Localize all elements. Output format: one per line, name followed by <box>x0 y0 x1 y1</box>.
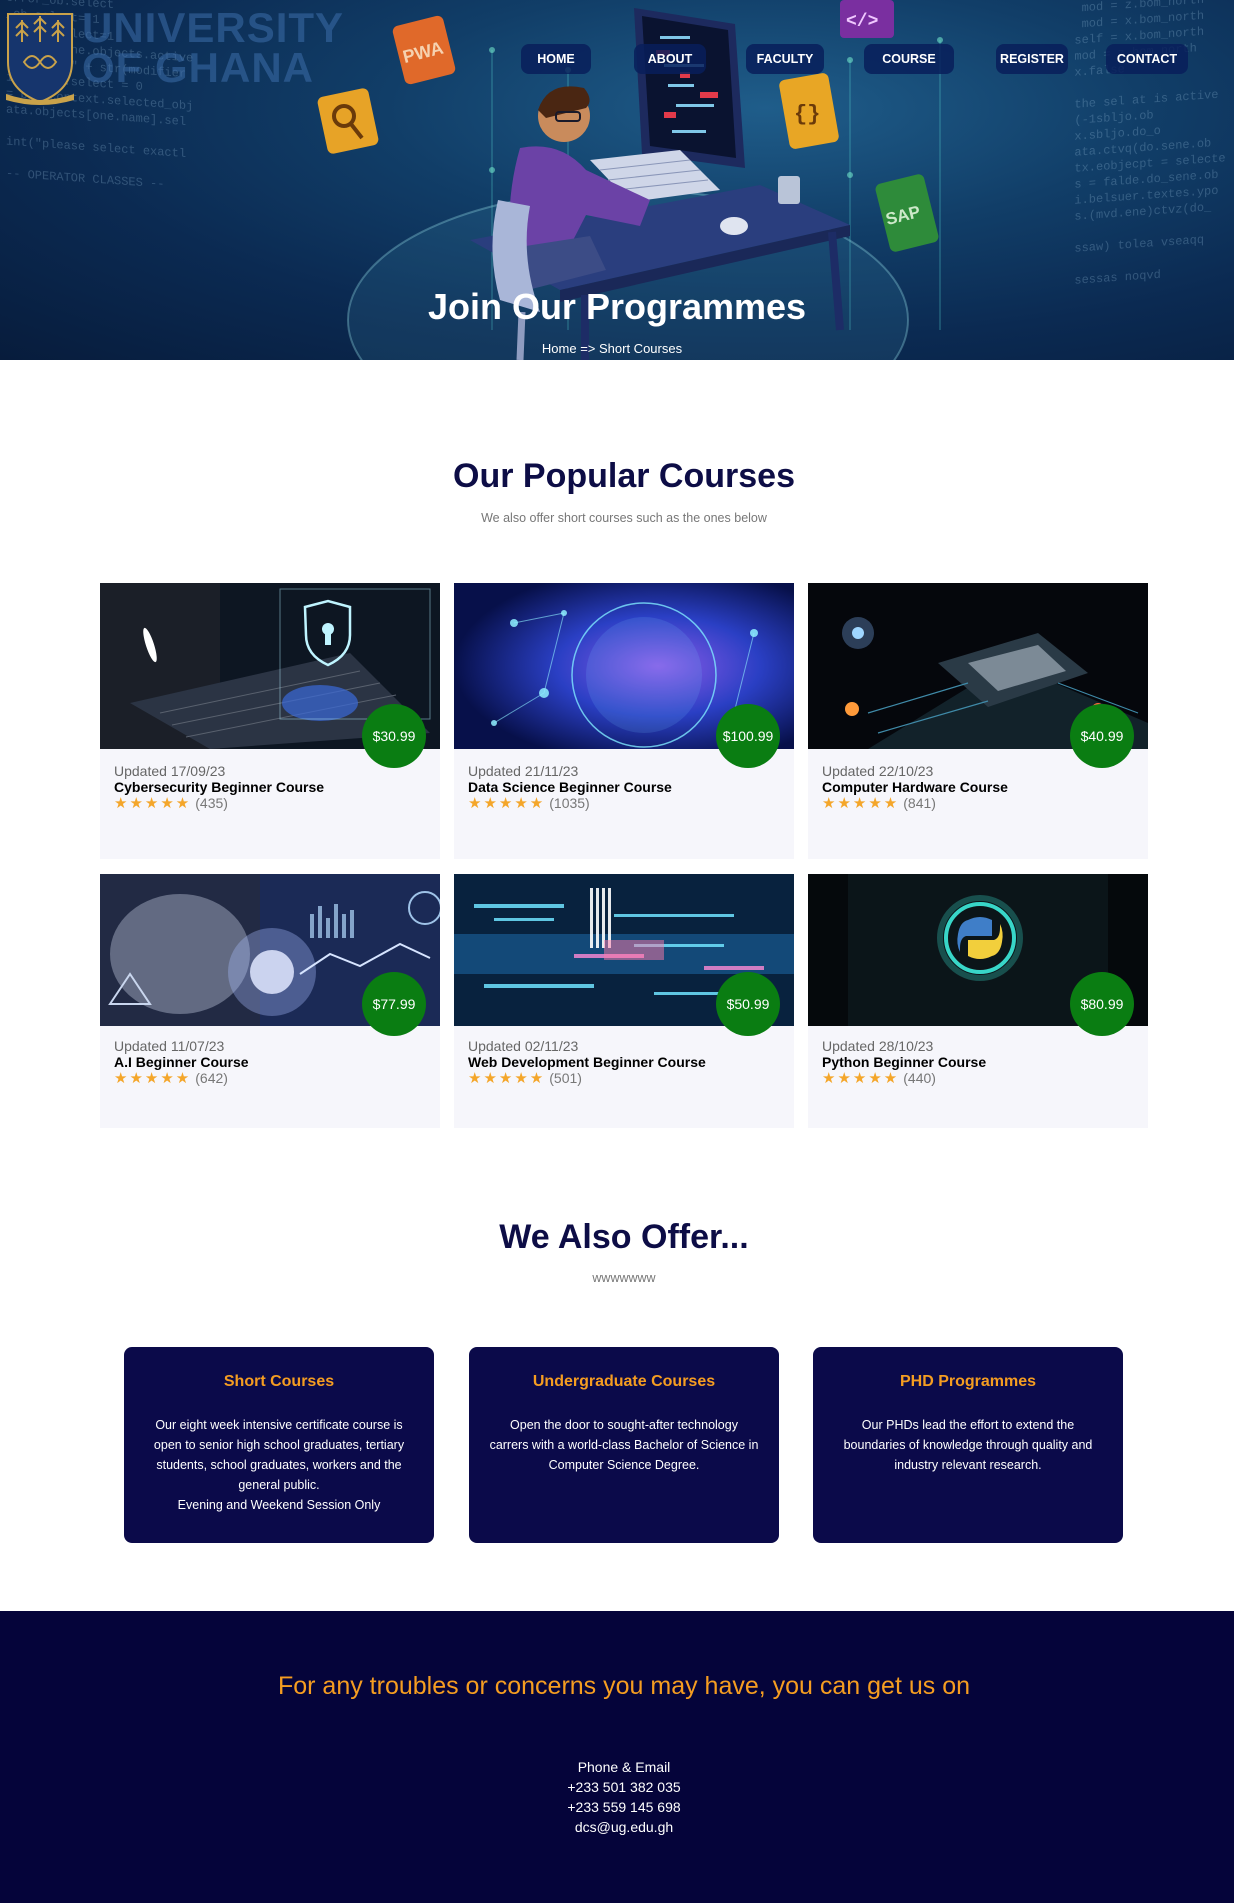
course-name[interactable]: Data Science Beginner Course <box>468 779 672 795</box>
offer-card-title: PHD Programmes <box>899 1373 1037 1390</box>
course-rating: ★★★★★ (501) <box>468 1069 582 1087</box>
course-card-python[interactable]: $80.99 Updated 28/10/23 Python Beginner … <box>808 874 1148 1128</box>
offer-card-short-courses[interactable]: Short Courses Our eight week intensive c… <box>124 1347 434 1543</box>
page-title: Join Our Programmes <box>427 286 807 327</box>
price-badge: $40.99 <box>1070 704 1134 768</box>
course-name[interactable]: Python Beginner Course <box>822 1054 986 1070</box>
course-updated-date: Updated 28/10/23 <box>822 1038 934 1054</box>
review-count: (440) <box>903 1070 936 1086</box>
course-rating: ★★★★★ (440) <box>822 1069 936 1087</box>
course-rating: ★★★★★ (435) <box>114 794 228 812</box>
offer-card-phd[interactable]: PHD Programmes Our PHDs lead the effort … <box>813 1347 1123 1543</box>
offer-card-title: Short Courses <box>223 1373 335 1390</box>
course-card-web-development[interactable]: $50.99 Updated 02/11/23 Web Development … <box>454 874 794 1128</box>
footer: For any troubles or concerns you may hav… <box>0 1611 1234 1903</box>
offer-card-title: Undergraduate Courses <box>532 1373 716 1390</box>
price-badge: $77.99 <box>362 972 426 1036</box>
course-updated-date: Updated 22/10/23 <box>822 763 934 779</box>
course-updated-date: Updated 17/09/23 <box>114 763 226 779</box>
course-updated-date: Updated 11/07/23 <box>114 1038 225 1054</box>
price-badge: $50.99 <box>716 972 780 1036</box>
star-rating-icons: ★★★★★ <box>114 1070 192 1087</box>
course-rating: ★★★★★ (642) <box>114 1069 228 1087</box>
price-badge: $30.99 <box>362 704 426 768</box>
nav-contact[interactable]: CONTACT <box>1106 44 1188 74</box>
course-rating: ★★★★★ (841) <box>822 794 936 812</box>
review-count: (1035) <box>549 795 590 811</box>
popular-courses-subtitle: We also offer short courses such as the … <box>481 511 767 525</box>
review-count: (501) <box>549 1070 582 1086</box>
offer-title: We Also Offer... <box>499 1218 749 1256</box>
offer-subtitle: wwwwwww <box>592 1271 656 1285</box>
review-count: (642) <box>195 1070 228 1086</box>
offer-card-text: Our PHDs lead the effort to extend the b… <box>843 1418 1093 1472</box>
course-name[interactable]: Cybersecurity Beginner Course <box>114 779 324 795</box>
price-badge: $80.99 <box>1070 972 1134 1036</box>
university-wordmark: UNIVERSITY OF GHANA <box>82 4 345 91</box>
offer-card-text: Our eight week intensive certificate cou… <box>153 1418 405 1512</box>
page: error_ob.select _ob.select= 1 ror_ob.sel… <box>0 0 1234 1903</box>
popular-courses-title: Our Popular Courses <box>453 457 795 495</box>
course-updated-date: Updated 21/11/23 <box>468 763 579 779</box>
course-card-computer-hardware[interactable]: $40.99 Updated 22/10/23 Computer Hardwar… <box>808 583 1148 859</box>
phone-number-2[interactable]: +233 559 145 698 <box>0 1799 1234 1815</box>
course-name[interactable]: A.I Beginner Course <box>114 1054 249 1070</box>
nav-register[interactable]: REGISTER <box>996 44 1068 74</box>
review-count: (841) <box>903 795 936 811</box>
star-rating-icons: ★★★★★ <box>468 795 546 812</box>
course-card-cybersecurity[interactable]: $30.99 Updated 17/09/23 Cybersecurity Be… <box>100 583 440 859</box>
offer-card-text: Open the door to sought-after technology… <box>489 1418 759 1472</box>
star-rating-icons: ★★★★★ <box>114 795 192 812</box>
nav-faculty[interactable]: FACULTY <box>746 44 824 74</box>
course-name[interactable]: Computer Hardware Course <box>822 779 1008 795</box>
svg-text:{}: {} <box>794 102 820 127</box>
phone-number-1[interactable]: +233 501 382 035 <box>0 1779 1234 1795</box>
course-rating: ★★★★★ (1035) <box>468 794 590 812</box>
nav-course[interactable]: COURSE <box>864 44 954 74</box>
star-rating-icons: ★★★★★ <box>822 1070 900 1087</box>
breadcrumb[interactable]: Home => Short Courses <box>0 341 1224 356</box>
course-updated-date: Updated 02/11/23 <box>468 1038 579 1054</box>
course-card-data-science[interactable]: $100.99 Updated 21/11/23 Data Science Be… <box>454 583 794 859</box>
wordmark-line-1: UNIVERSITY <box>82 4 345 51</box>
star-rating-icons: ★★★★★ <box>822 795 900 812</box>
university-crest-logo <box>6 13 74 105</box>
review-count: (435) <box>195 795 228 811</box>
wordmark-line-2: OF GHANA <box>82 44 314 91</box>
hero-banner: error_ob.select _ob.select= 1 ror_ob.sel… <box>0 0 1234 360</box>
contact-label: Phone & Email <box>577 1759 671 1775</box>
footer-heading: For any troubles or concerns you may hav… <box>277 1672 971 1700</box>
course-name[interactable]: Web Development Beginner Course <box>468 1054 706 1070</box>
course-card-ai[interactable]: $77.99 Updated 11/07/23 A.I Beginner Cou… <box>100 874 440 1128</box>
price-badge: $100.99 <box>716 704 780 768</box>
offer-card-undergraduate[interactable]: Undergraduate Courses Open the door to s… <box>469 1347 779 1543</box>
nav-home[interactable]: HOME <box>521 44 591 74</box>
contact-email[interactable]: dcs@ug.edu.gh <box>0 1819 1234 1835</box>
svg-text:</>: </> <box>846 12 878 32</box>
nav-about[interactable]: ABOUT <box>634 44 706 74</box>
star-rating-icons: ★★★★★ <box>468 1070 546 1087</box>
